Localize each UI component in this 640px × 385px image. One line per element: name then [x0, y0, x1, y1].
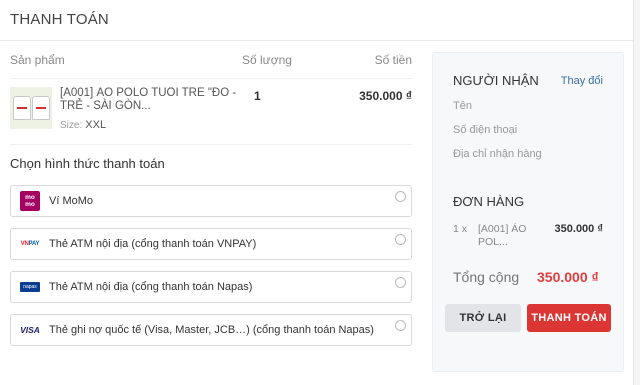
shirt-icon [31, 96, 50, 120]
size-value: XXL [85, 119, 107, 131]
order-item-price: 350.000 ₫ [554, 223, 603, 235]
payment-option-momo[interactable]: mo mo Ví MoMo [10, 185, 412, 217]
cart-panel: Sản phẩm Số lượng Số tiền [A001] ÁO POLO… [10, 41, 412, 357]
radio-button[interactable] [395, 191, 406, 202]
order-item-name: [A001] ÁO POL... [478, 223, 527, 248]
column-amount: Số tiền [374, 52, 412, 67]
vnpay-logo-icon: VNPAY [19, 241, 41, 247]
recipient-phone-field[interactable]: Số điện thoại [453, 124, 603, 136]
order-total: Tổng cộng 350.000 ₫ [453, 269, 603, 285]
payment-option-label: Ví MoMo [49, 195, 94, 207]
product-info: [A001] ÁO POLO TUỔI TRẺ "ĐỎ - TRẺ - SÀI … [60, 87, 252, 132]
total-label: Tổng cộng [453, 269, 520, 285]
change-recipient-link[interactable]: Thay đổi [561, 75, 603, 87]
payment-method-title: Chọn hình thức thanh toán [10, 156, 165, 171]
pay-button[interactable]: THANH TOÁN [527, 304, 611, 332]
action-buttons: TRỞ LẠI THANH TOÁN [445, 304, 611, 332]
product-quantity: 1 [254, 89, 261, 103]
payment-option-label: Thẻ ATM nội địa (cổng thanh toán Napas) [49, 281, 253, 293]
napas-logo-text: napas [20, 282, 40, 292]
product-size: Size: XXL [60, 119, 252, 132]
order-item-quantity: 1 x [453, 223, 468, 235]
product-thumbnail [10, 87, 52, 129]
product-price: 350.000 ₫ [359, 89, 412, 103]
recipient-title: NGƯỜI NHẬN [453, 73, 539, 88]
visa-logo-icon: VISA [19, 325, 41, 335]
radio-button[interactable] [395, 320, 406, 331]
page-title: THANH TOÁN [0, 0, 633, 41]
payment-option-vnpay[interactable]: VNPAY Thẻ ATM nội địa (cổng thanh toán V… [10, 228, 412, 260]
order-item: 1 x [A001] ÁO POL... 350.000 ₫ [453, 223, 603, 249]
size-label: Size: [60, 120, 83, 131]
payment-option-label: Thẻ ghi nợ quốc tế (Visa, Master, JCB…) … [49, 324, 374, 336]
table-row: [A001] ÁO POLO TUỔI TRẺ "ĐỎ - TRẺ - SÀI … [10, 79, 412, 145]
momo-logo-text: mo mo [20, 191, 40, 211]
vnpay-logo-text-b: PAY [28, 241, 40, 247]
back-button[interactable]: TRỞ LẠI [445, 304, 521, 332]
recipient-header: NGƯỜI NHẬN Thay đổi [453, 73, 603, 88]
shirt-icon [12, 96, 31, 120]
recipient-name-field[interactable]: Tên [453, 100, 603, 112]
radio-button[interactable] [395, 277, 406, 288]
column-quantity: Số lượng [242, 52, 292, 67]
payment-option-napas[interactable]: napas Thẻ ATM nội địa (cổng thanh toán N… [10, 271, 412, 303]
payment-option-label: Thẻ ATM nội địa (cổng thanh toán VNPAY) [49, 238, 257, 250]
momo-logo-icon: mo mo [19, 191, 41, 211]
visa-logo-text: VISA [20, 325, 40, 335]
radio-button[interactable] [395, 234, 406, 245]
column-product: Sản phẩm [10, 52, 65, 67]
order-title: ĐƠN HÀNG [453, 194, 525, 209]
recipient-address-field[interactable]: Địa chỉ nhận hàng [453, 148, 603, 160]
cart-table-header: Sản phẩm Số lượng Số tiền [10, 41, 412, 79]
summary-panel: NGƯỜI NHẬN Thay đổi Tên Số điện thoại Đị… [432, 52, 624, 372]
payment-option-visa[interactable]: VISA Thẻ ghi nợ quốc tế (Visa, Master, J… [10, 314, 412, 346]
vnpay-logo-text-a: VN [20, 241, 29, 247]
checkout-modal: THANH TOÁN Sản phẩm Số lượng Số tiền [A0… [0, 0, 634, 385]
product-name: [A001] ÁO POLO TUỔI TRẺ "ĐỎ - TRẺ - SÀI … [60, 87, 237, 112]
total-value: 350.000 ₫ [537, 269, 599, 285]
napas-logo-icon: napas [19, 282, 41, 292]
